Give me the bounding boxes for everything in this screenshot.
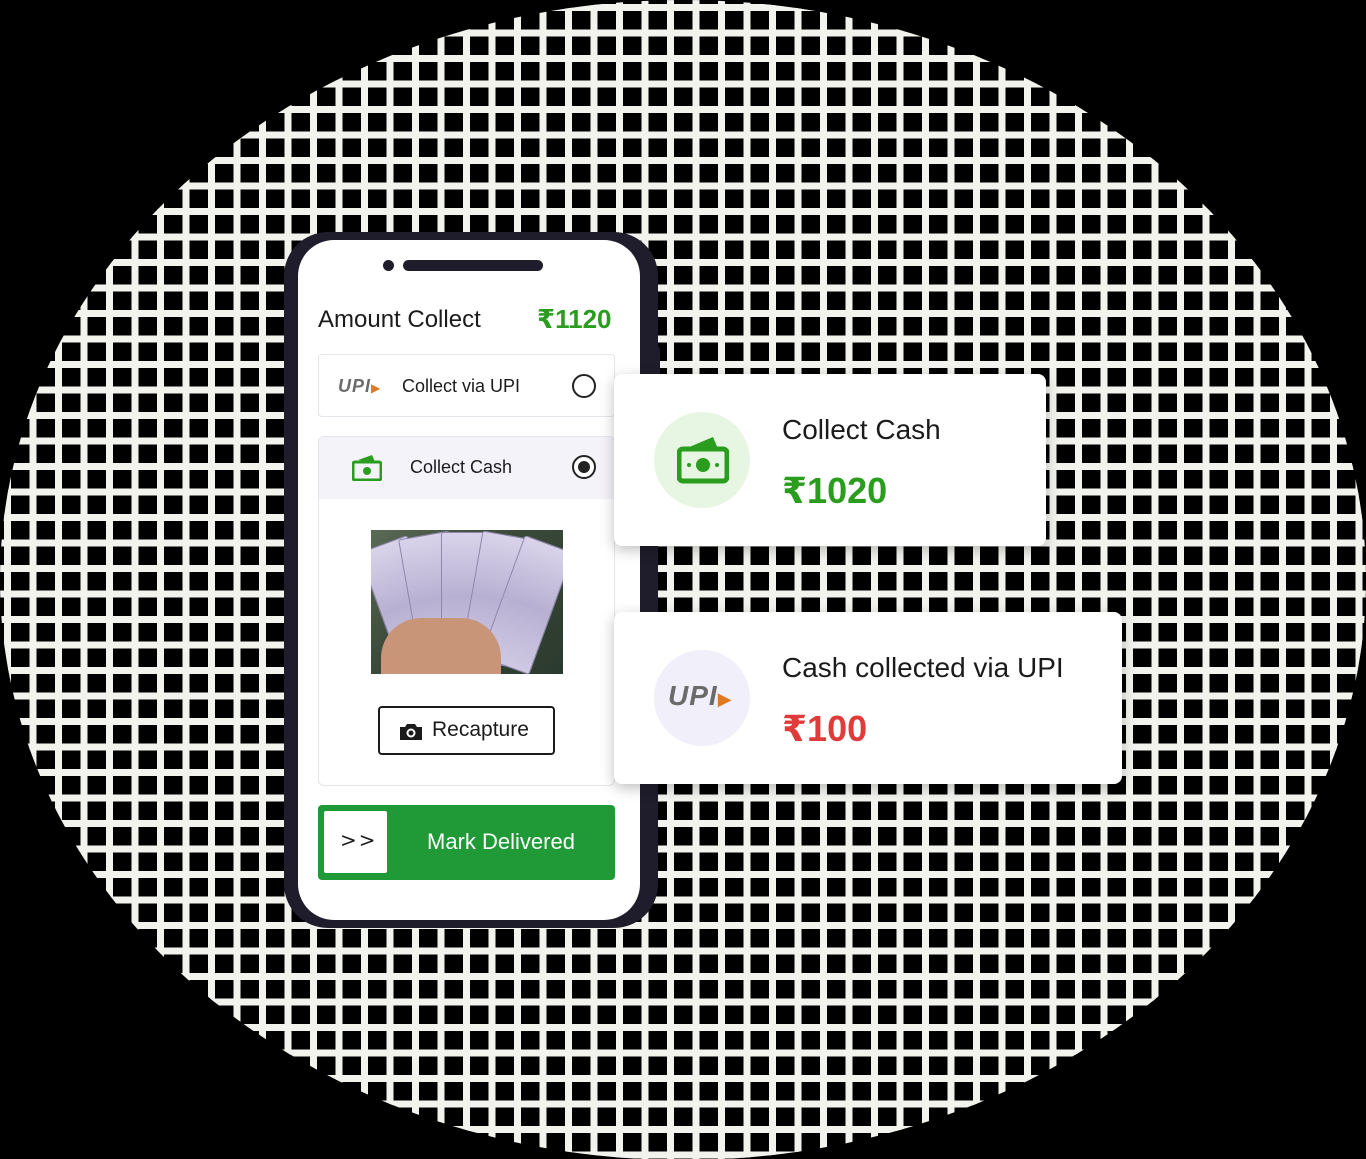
cash-icon xyxy=(677,437,729,484)
grid-background xyxy=(0,0,1366,1159)
upi-logo-icon: UPI▶ xyxy=(338,376,382,396)
card-amount: ₹1020 xyxy=(782,470,888,511)
recapture-label: Recapture xyxy=(432,718,529,741)
camera-dot xyxy=(383,260,394,271)
chevrons-right-icon: >> xyxy=(340,828,378,852)
cash-photo xyxy=(371,530,563,674)
speaker-bar xyxy=(403,260,543,271)
cash-icon xyxy=(352,455,382,481)
cash-option-label: Collect Cash xyxy=(410,457,513,477)
total-amount: ₹1120 xyxy=(537,304,612,334)
card-title: Collect Cash xyxy=(782,414,941,445)
upi-radio[interactable] xyxy=(572,374,596,398)
upi-logo-icon: UPI▶ xyxy=(668,680,733,711)
mark-delivered-label: Mark Delivered xyxy=(427,829,575,854)
cash-radio[interactable] xyxy=(572,455,596,479)
upi-option-label: Collect via UPI xyxy=(402,376,521,396)
camera-icon xyxy=(400,724,422,740)
card-amount: ₹100 xyxy=(782,708,868,749)
card-title: Cash collected via UPI xyxy=(782,652,1064,683)
page-title: Amount Collect xyxy=(318,306,481,333)
